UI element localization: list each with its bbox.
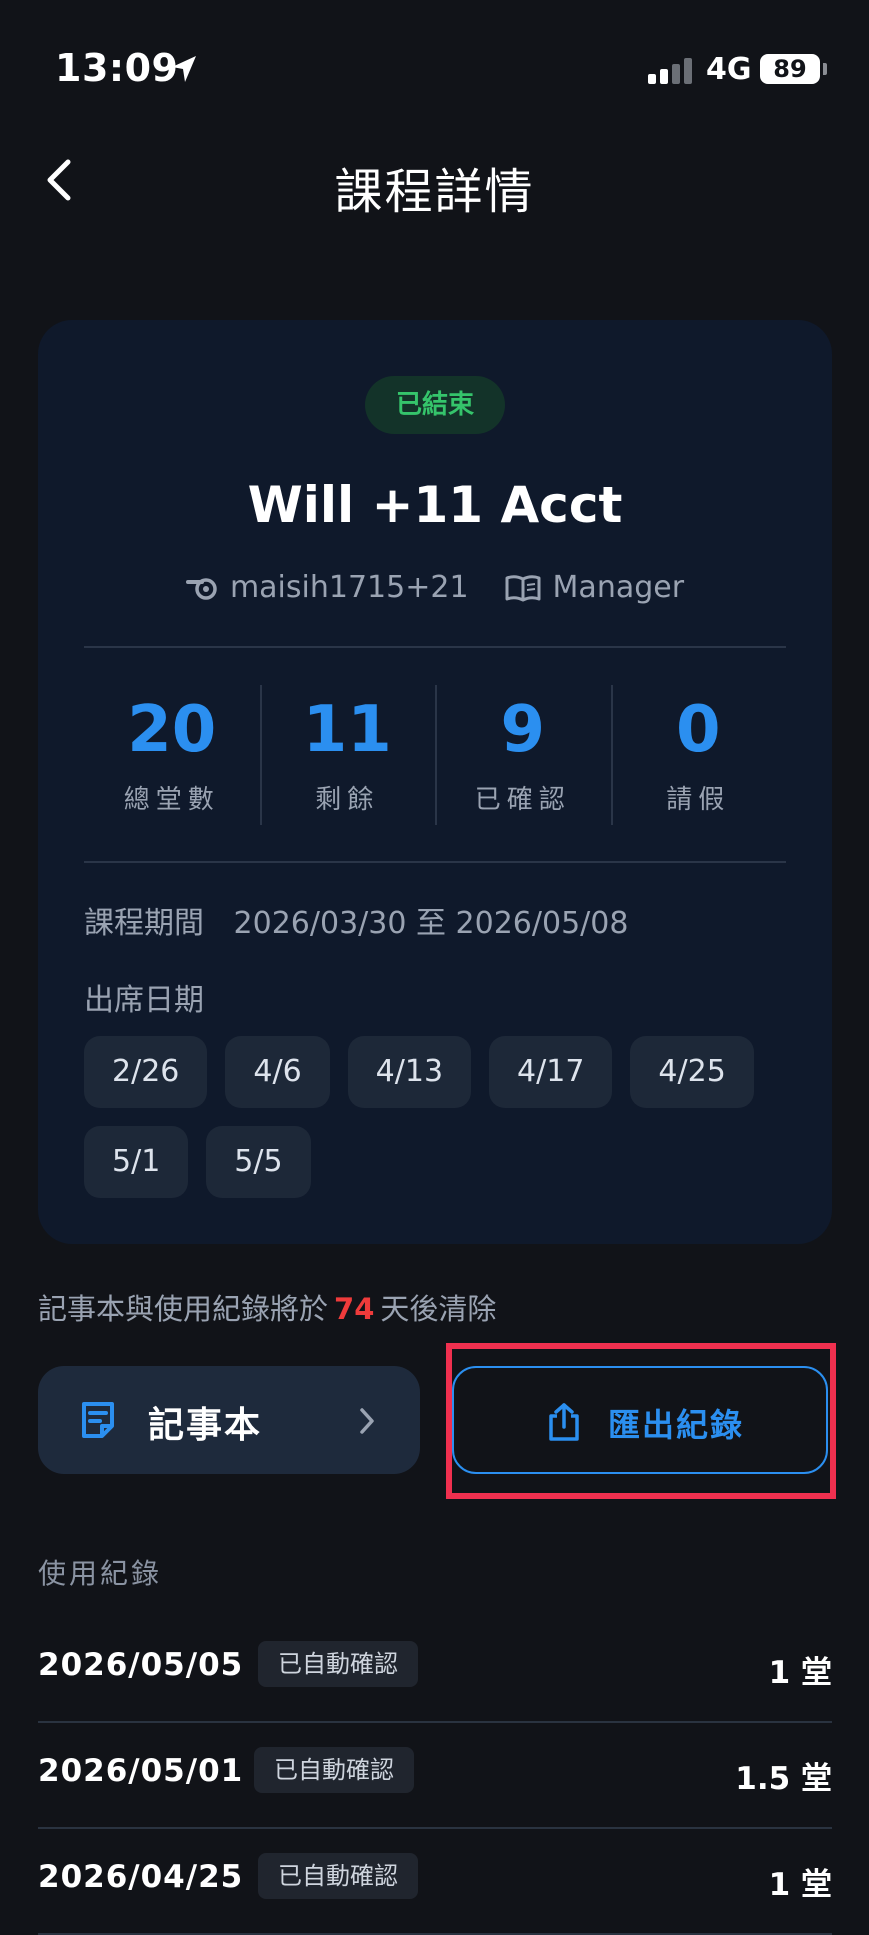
stat-label: 已確認 <box>474 785 571 815</box>
export-records-button[interactable]: 匯出紀錄 <box>452 1366 828 1474</box>
battery-icon: 89 <box>760 54 820 84</box>
stat-label: 剩餘 <box>315 785 380 815</box>
battery-cap <box>823 63 827 75</box>
account-name: maisih1715+21 <box>229 570 469 605</box>
network-type: 4G <box>706 52 752 87</box>
attendance-date-chip: 5/5 <box>206 1126 311 1198</box>
cleanup-notice: 記事本與使用紀錄將於 74 天後清除 <box>38 1286 496 1328</box>
usage-status-badge: 已自動確認 <box>258 1641 418 1687</box>
stat-total: 20 總堂數 <box>84 685 260 830</box>
attendance-date-chip: 2/26 <box>84 1036 208 1108</box>
whistle-icon <box>185 577 217 600</box>
status-time: 13:09 <box>55 46 179 90</box>
usage-date: 2026/05/05 <box>38 1647 244 1683</box>
usage-amount: 1.5 堂 <box>735 1761 832 1797</box>
notice-prefix: 記事本與使用紀錄將於 <box>38 1292 329 1326</box>
notice-suffix: 天後清除 <box>380 1292 497 1326</box>
book-icon <box>505 574 541 601</box>
stat-label: 總堂數 <box>123 785 220 815</box>
signal-strength-icon <box>648 58 694 88</box>
usage-status-badge: 已自動確認 <box>258 1853 418 1899</box>
stat-confirmed: 9 已確認 <box>435 685 611 830</box>
course-meta: maisih1715+21 Manager <box>38 570 832 605</box>
meta-account: maisih1715+21 <box>185 570 469 605</box>
page-title: 課程詳情 <box>334 164 535 220</box>
usage-row: 2026/04/25 已自動確認 1 堂 <box>38 1829 832 1935</box>
attendance-title: 出席日期 <box>84 983 204 1018</box>
usage-date: 2026/05/01 <box>38 1753 244 1789</box>
attendance-dates: 2/26 4/6 4/13 4/17 4/25 5/1 5/5 <box>84 1036 784 1198</box>
nav-bar: 課程詳情 <box>0 140 869 230</box>
chevron-right-icon <box>358 1406 376 1440</box>
notebook-label: 記事本 <box>148 1405 263 1446</box>
period-value: 2026/03/30 至 2026/05/08 <box>233 906 629 941</box>
usage-title: 使用紀錄 <box>38 1557 163 1590</box>
usage-amount: 1 堂 <box>768 1655 832 1691</box>
usage-row: 2026/05/01 已自動確認 1.5 堂 <box>38 1723 832 1829</box>
course-name: Will +11 Acct <box>247 476 623 534</box>
stats-row: 20 總堂數 11 剩餘 9 已確認 0 請假 <box>84 685 786 830</box>
attendance-date-chip: 4/25 <box>630 1036 754 1108</box>
export-label: 匯出紀錄 <box>608 1406 745 1444</box>
share-icon <box>546 1402 582 1446</box>
stat-remaining: 11 剩餘 <box>259 685 436 830</box>
status-bar: 13:09 4G 89 <box>0 0 869 140</box>
notebook-button[interactable]: 記事本 <box>38 1366 420 1474</box>
attendance-date-chip: 5/1 <box>84 1126 189 1198</box>
divider <box>84 646 786 648</box>
course-period: 課程期間 2026/03/30 至 2026/05/08 <box>84 898 628 942</box>
stat-value: 11 <box>302 693 392 767</box>
usage-list: 2026/05/05 已自動確認 1 堂 2026/05/01 已自動確認 1.… <box>38 1617 832 1935</box>
meta-role: Manager <box>505 570 685 605</box>
usage-row: 2026/05/05 已自動確認 1 堂 <box>38 1617 832 1723</box>
period-label: 課程期間 <box>84 906 204 941</box>
stat-value: 0 <box>675 693 721 767</box>
stat-value: 20 <box>127 693 217 767</box>
stat-leave: 0 請假 <box>610 685 787 830</box>
usage-status-badge: 已自動確認 <box>254 1747 414 1793</box>
stat-label: 請假 <box>666 785 731 815</box>
course-card: 已結束 Will +11 Acct maisih1715+21 Manager … <box>38 320 832 1244</box>
divider <box>84 861 786 863</box>
usage-date: 2026/04/25 <box>38 1859 244 1895</box>
note-icon <box>78 1400 118 1444</box>
role-name: Manager <box>552 570 685 605</box>
stat-value: 9 <box>500 693 546 767</box>
status-badge: 已結束 <box>365 376 505 434</box>
attendance-date-chip: 4/6 <box>225 1036 330 1108</box>
notice-days: 74 <box>334 1292 375 1326</box>
attendance-date-chip: 4/13 <box>347 1036 472 1108</box>
attendance-date-chip: 4/17 <box>489 1036 613 1108</box>
location-arrow-icon <box>170 54 198 88</box>
